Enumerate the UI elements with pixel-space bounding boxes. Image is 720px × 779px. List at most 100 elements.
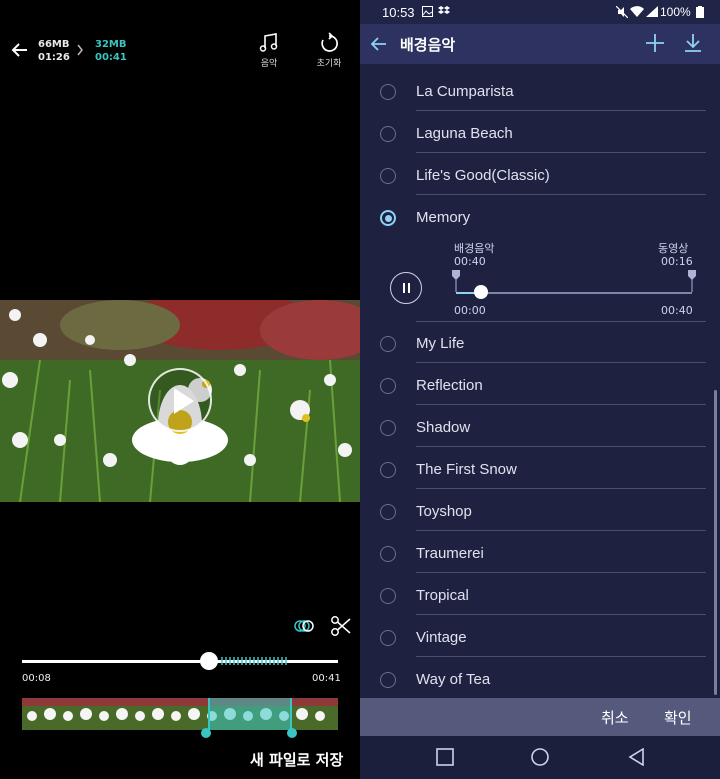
- list-item[interactable]: My Life: [360, 321, 720, 363]
- list-item[interactable]: Traumerei: [360, 531, 720, 573]
- song-name: Tropical: [416, 587, 469, 604]
- seek-handle[interactable]: [200, 652, 218, 670]
- music-range-track[interactable]: [456, 292, 692, 294]
- radio-button[interactable]: [380, 168, 396, 184]
- recent-apps-icon[interactable]: [436, 748, 454, 766]
- radio-button[interactable]: [380, 504, 396, 520]
- music-tool-button[interactable]: 음악: [249, 32, 289, 69]
- radio-button[interactable]: [380, 588, 396, 604]
- back-arrow-icon[interactable]: [10, 40, 30, 60]
- radio-button[interactable]: [380, 126, 396, 142]
- song-name: Vintage: [416, 629, 467, 646]
- add-icon[interactable]: [645, 33, 665, 53]
- original-size: 66MB: [38, 39, 70, 50]
- list-item[interactable]: The First Snow: [360, 447, 720, 489]
- radio-button-selected[interactable]: [380, 210, 396, 226]
- page-title: 배경음악: [400, 36, 456, 54]
- list-item[interactable]: Vintage: [360, 615, 720, 657]
- reset-tool-button[interactable]: 초기화: [309, 32, 349, 69]
- song-preview-controls: 배경음악 00:40 동영상 00:16 00:00 00:40: [360, 238, 720, 322]
- save-new-file-button[interactable]: 새 파일로 저장: [250, 749, 343, 770]
- trim-handle-right[interactable]: [287, 728, 297, 738]
- video-editor-panel: 66MB 01:26 32MB 00:41 음악 초기화 00:08 00:41…: [0, 0, 360, 779]
- range-start-time: 00:00: [454, 304, 486, 317]
- download-icon[interactable]: [683, 33, 703, 53]
- range-end-marker[interactable]: [688, 270, 696, 292]
- back-triangle-icon[interactable]: [628, 748, 646, 766]
- song-name: Life's Good(Classic): [416, 167, 550, 184]
- song-name: Laguna Beach: [416, 125, 513, 142]
- back-arrow-icon[interactable]: [370, 35, 388, 53]
- song-name: Shadow: [416, 419, 471, 436]
- overlay-toggle-icon[interactable]: [292, 618, 316, 634]
- music-note-icon: [259, 33, 278, 52]
- radio-button[interactable]: [380, 336, 396, 352]
- audio-wave-indicator: [221, 657, 287, 665]
- home-icon[interactable]: [531, 748, 549, 766]
- new-duration: 00:41: [95, 52, 127, 63]
- cancel-button[interactable]: 취소: [601, 707, 629, 728]
- bgm-duration: 00:40: [454, 255, 486, 268]
- list-item[interactable]: Life's Good(Classic): [360, 153, 720, 195]
- music-tool-label: 음악: [260, 59, 278, 69]
- mute-icon: [616, 6, 628, 18]
- song-list: La Cumparista Laguna Beach Life's Good(C…: [360, 66, 720, 698]
- list-item[interactable]: Reflection: [360, 363, 720, 405]
- image-notification-icon: [422, 6, 433, 17]
- trim-handle-left[interactable]: [201, 728, 211, 738]
- list-item[interactable]: Tropical: [360, 573, 720, 615]
- play-button[interactable]: [148, 368, 212, 432]
- reset-tool-label: 초기화: [316, 59, 342, 69]
- wifi-icon: [630, 6, 644, 17]
- dialog-action-bar: 취소 확인: [360, 698, 720, 736]
- chevron-right-icon: [77, 44, 83, 56]
- music-picker-panel: 10:53 100% 배경음악 La Cumparista Laguna Bea…: [360, 0, 720, 779]
- list-item[interactable]: La Cumparista: [360, 69, 720, 111]
- battery-percent: 100%: [660, 5, 691, 19]
- radio-button[interactable]: [380, 462, 396, 478]
- music-range-handle[interactable]: [474, 285, 488, 299]
- pause-button[interactable]: [390, 272, 422, 304]
- radio-button[interactable]: [380, 378, 396, 394]
- signal-icon: [646, 6, 658, 17]
- scrollbar[interactable]: [714, 390, 717, 695]
- song-name: The First Snow: [416, 461, 517, 478]
- status-time: 10:53: [382, 5, 415, 20]
- seek-track[interactable]: [22, 660, 338, 663]
- confirm-button[interactable]: 확인: [664, 707, 692, 728]
- song-name: Memory: [416, 209, 471, 226]
- song-name: La Cumparista: [416, 83, 514, 100]
- system-nav-bar: [360, 736, 720, 779]
- status-bar: 10:53 100%: [360, 0, 720, 24]
- song-name: Way of Tea: [416, 671, 491, 688]
- dropbox-icon: [438, 6, 450, 14]
- range-end-time: 00:40: [661, 304, 693, 317]
- radio-button[interactable]: [380, 420, 396, 436]
- list-item[interactable]: Way of Tea: [360, 657, 720, 698]
- list-item[interactable]: Laguna Beach: [360, 111, 720, 153]
- new-file-info: 32MB 00:41: [95, 38, 127, 64]
- radio-button[interactable]: [380, 630, 396, 646]
- original-duration: 01:26: [38, 52, 70, 63]
- list-item-selected[interactable]: Memory: [360, 195, 720, 237]
- video-label: 동영상: [658, 242, 689, 255]
- reset-icon: [321, 32, 338, 52]
- bgm-label: 배경음악: [454, 242, 495, 255]
- original-file-info: 66MB 01:26: [38, 38, 70, 64]
- new-size: 32MB: [95, 39, 127, 50]
- radio-button[interactable]: [380, 84, 396, 100]
- battery-icon: [696, 6, 704, 18]
- song-name: Reflection: [416, 377, 483, 394]
- list-item[interactable]: Shadow: [360, 405, 720, 447]
- song-name: Toyshop: [416, 503, 472, 520]
- radio-button[interactable]: [380, 672, 396, 688]
- list-item[interactable]: Toyshop: [360, 489, 720, 531]
- trim-start-time: 00:08: [22, 673, 51, 684]
- trim-selection[interactable]: [208, 698, 292, 730]
- scissors-icon[interactable]: [330, 614, 352, 638]
- video-duration: 00:16: [661, 255, 693, 268]
- radio-button[interactable]: [380, 546, 396, 562]
- range-start-marker[interactable]: [452, 270, 460, 292]
- song-name: Traumerei: [416, 545, 484, 562]
- trim-end-time: 00:41: [312, 673, 341, 684]
